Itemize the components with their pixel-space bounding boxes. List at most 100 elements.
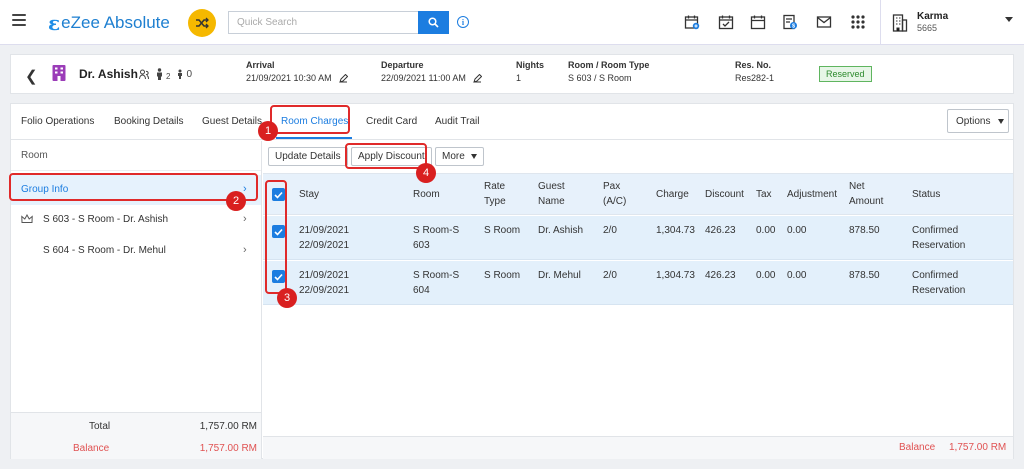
chevron-right-icon: › (243, 213, 247, 225)
cell-rate-type: S Room (484, 225, 521, 236)
cell-status: Confirmed Reservation (912, 268, 965, 298)
app-logo[interactable]: ε eZee Absolute (48, 11, 170, 35)
pax-summary: 2 0 (139, 67, 192, 81)
col-pax: Pax (A/C) (603, 179, 626, 209)
col-stay: Stay (299, 189, 320, 200)
mail-icon[interactable] (815, 13, 833, 31)
cell-guest: Dr. Mehul (538, 270, 581, 281)
status-line2: Reservation (912, 285, 966, 296)
crown-icon (21, 214, 33, 223)
col-guest-line1: Guest (538, 181, 565, 192)
hotel-icon (52, 65, 66, 81)
grid-balance-label: Balance (899, 442, 936, 453)
cell-net: 878.50 (849, 225, 880, 236)
more-button[interactable]: More (435, 147, 484, 166)
grid-balance-value: 1,757.00 RM (949, 442, 1007, 453)
user-menu[interactable]: Karma 5665 (880, 0, 1024, 45)
cell-room: S Room-S 604 (413, 268, 459, 298)
update-details-button[interactable]: Update Details (268, 147, 348, 166)
room-list-item-s603[interactable]: S 603 - S Room - Dr. Ashish › (11, 205, 261, 235)
tab-folio-operations[interactable]: Folio Operations (21, 116, 94, 127)
balance-row: Balance 1,757.00 RM (11, 437, 261, 459)
search-button[interactable] (418, 11, 449, 34)
cell-guest: Dr. Ashish (538, 225, 584, 236)
info-icon[interactable]: i (457, 16, 469, 28)
tab-booking-details[interactable]: Booking Details (114, 116, 183, 127)
cell-stay: 21/09/2021 22/09/2021 (299, 223, 349, 253)
room-line1: S Room-S (413, 225, 460, 236)
tab-bar: Folio Operations Booking Details Guest D… (11, 104, 1013, 140)
col-pax-line2: (A/C) (603, 196, 627, 207)
col-adjustment: Adjustment (787, 189, 838, 200)
edit-pencil-icon[interactable] (339, 74, 348, 83)
adult-icon (157, 68, 162, 80)
cell-rate-type: S Room (484, 270, 521, 281)
grid-header: Stay Room Rate Type Guest Name Pax (A/C) Ch… (263, 173, 1013, 215)
room-list-header: Room (11, 141, 261, 171)
room-line1: S Room-S (413, 270, 460, 281)
res-no-value: Res282-1 (735, 73, 775, 83)
total-value: 1,757.00 RM (199, 421, 257, 432)
grid-balance-footer: Balance 1,757.00 RM (263, 436, 1013, 459)
col-net-line2: Amount (849, 196, 884, 207)
calendar-check-icon[interactable] (717, 13, 735, 31)
cell-discount: 426.23 (705, 270, 736, 281)
svg-text:$: $ (792, 24, 795, 30)
col-discount: Discount (705, 189, 744, 200)
totals-footer: Total 1,757.00 RM Balance 1,757.00 RM (11, 412, 261, 459)
cell-discount: 426.23 (705, 225, 736, 236)
active-tab-indicator (276, 137, 352, 139)
quick-search-input[interactable] (228, 11, 418, 34)
status-line1: Confirmed (912, 270, 959, 281)
cell-tax: 0.00 (756, 270, 776, 281)
table-row[interactable]: 21/09/2021 22/09/2021 S Room-S 603 S Room … (263, 216, 1013, 260)
cell-room: S Room-S 603 (413, 223, 459, 253)
guest-name: Dr. Ashish (79, 67, 138, 81)
options-button[interactable]: Options (947, 109, 1009, 133)
balance-label: Balance (73, 443, 110, 454)
cell-charge: 1,304.73 (656, 270, 695, 281)
user-name: Karma (917, 11, 949, 22)
hamburger-menu-icon[interactable] (12, 14, 26, 26)
caret-down-icon (470, 154, 477, 159)
nights-value: 1 (516, 73, 522, 83)
back-arrow-icon[interactable]: ❮ (25, 67, 38, 85)
col-net-amount: Net Amount (849, 179, 883, 209)
table-row[interactable]: 21/09/2021 22/09/2021 S Room-S 604 S Room … (263, 261, 1013, 305)
tab-audit-trail[interactable]: Audit Trail (435, 116, 479, 127)
child-count: 0 (186, 68, 193, 80)
stay-to: 22/09/2021 (299, 240, 350, 251)
col-guest-name: Guest Name (538, 179, 565, 209)
col-rate-type: Rate Type (484, 179, 506, 209)
col-net-line1: Net (849, 181, 865, 192)
chevron-down-icon (1005, 17, 1013, 22)
highlight-room-charges-tab (270, 105, 350, 134)
arrival-value: 21/09/2021 10:30 AM (246, 73, 332, 83)
nights-label: Nights (516, 60, 544, 70)
col-room: Room (413, 189, 440, 200)
building-icon (892, 14, 908, 32)
tab-credit-card[interactable]: Credit Card (366, 116, 417, 127)
stay-from: 21/09/2021 (299, 225, 350, 236)
apps-grid-icon[interactable] (849, 13, 867, 31)
doc-dollar-icon[interactable]: $ (781, 13, 799, 31)
calendar-icon[interactable] (749, 13, 767, 31)
shuffle-icon[interactable] (188, 9, 216, 37)
room-list-item-s604[interactable]: S 604 - S Room - Dr. Mehul › (11, 236, 261, 266)
user-code: 5665 (917, 23, 938, 33)
cell-adjustment: 0.00 (787, 225, 807, 236)
room-list-item-label: S 604 - S Room - Dr. Mehul (43, 245, 166, 256)
col-pax-line1: Pax (603, 181, 621, 192)
child-icon (178, 69, 183, 79)
tab-guest-details[interactable]: Guest Details (202, 116, 262, 127)
cell-pax: 2/0 (603, 225, 617, 236)
departure-value: 22/09/2021 11:00 AM (381, 73, 466, 83)
highlight-checkboxes (265, 180, 287, 294)
chevron-right-icon: › (243, 244, 247, 256)
room-list-item-label: S 603 - S Room - Dr. Ashish (43, 214, 169, 225)
calendar-plus-icon[interactable] (683, 13, 701, 31)
room-line2: 603 (413, 240, 430, 251)
edit-pencil-icon[interactable] (473, 74, 482, 83)
group-icon (139, 69, 149, 79)
col-guest-line2: Name (538, 196, 565, 207)
